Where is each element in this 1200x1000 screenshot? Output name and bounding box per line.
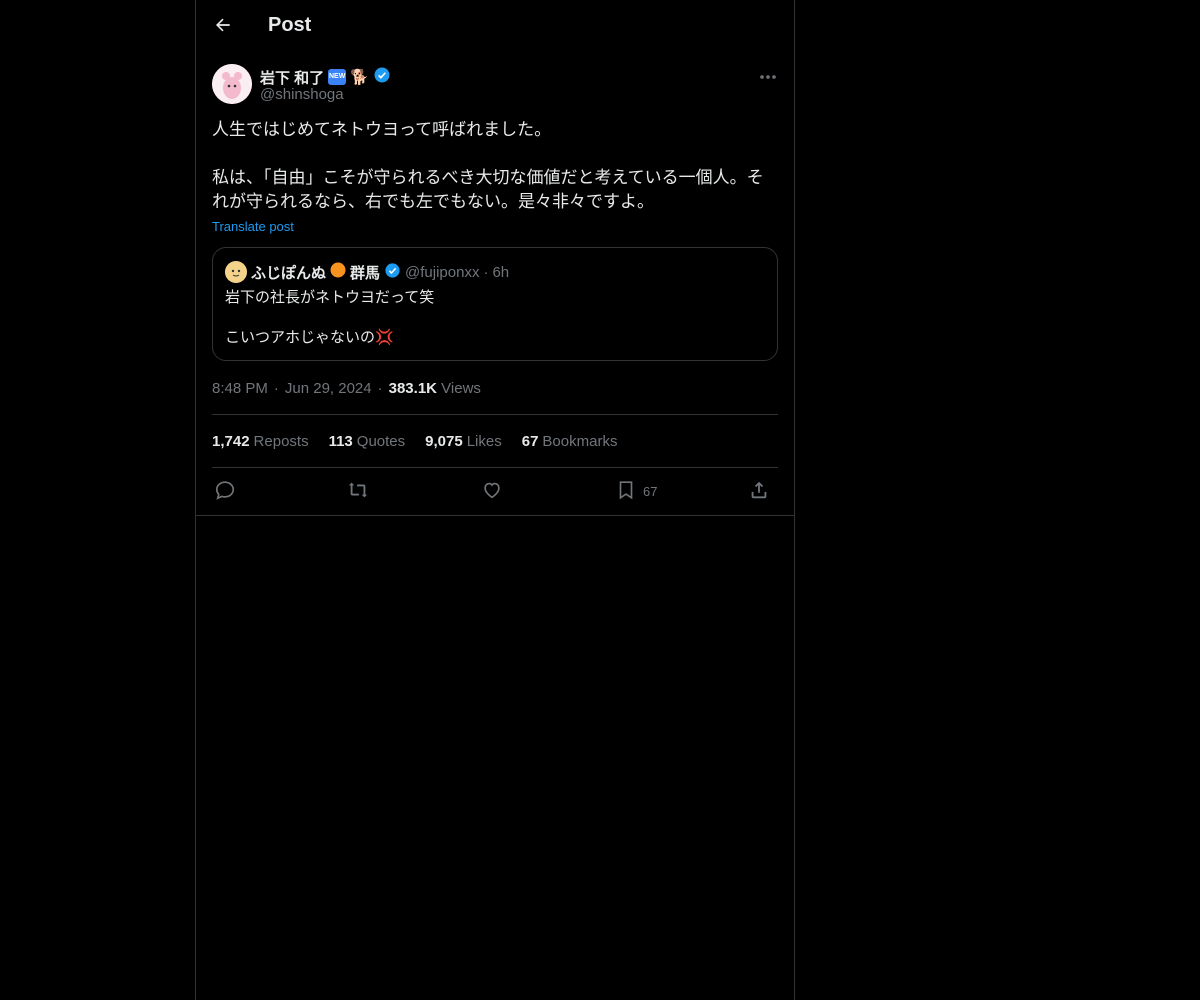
stat-label: Likes: [466, 433, 502, 450]
divider: [212, 467, 778, 468]
bookmark-button[interactable]: 67: [615, 478, 657, 504]
author-name-row: 岩下 和了 NEW 🐕: [260, 66, 391, 88]
views-count: 383.1K: [388, 380, 437, 397]
avatar[interactable]: [212, 64, 252, 104]
stat-count: 67: [521, 433, 539, 450]
engagement-stats: 1,742 Reposts 113 Quotes 9,075 Likes 67 Book…: [212, 433, 617, 450]
author-handle[interactable]: @shinshoga: [260, 86, 344, 103]
stat-label: Bookmarks: [542, 433, 618, 450]
bookmarks-stat[interactable]: 67 Bookmarks: [522, 433, 618, 450]
quoted-post[interactable]: ふじぽんぬ 群馬 @fujiponxx · 6h 岩下の社長がネトウヨだって笑 …: [212, 247, 778, 361]
heart-icon: [481, 479, 503, 504]
meta-separator: ·: [273, 380, 279, 397]
share-button[interactable]: [748, 478, 770, 504]
quoted-verified-badge-icon: [384, 262, 401, 283]
quoted-author-name-suffix: 群馬: [350, 264, 381, 282]
quoted-time: 6h: [492, 263, 510, 281]
bookmark-count: 67: [643, 483, 658, 499]
new-badge-icon: NEW: [328, 69, 347, 85]
quoted-post-text: 岩下の社長がネトウヨだって笑 こいつアホじゃないの💢: [225, 289, 435, 346]
quoted-author-handle: @fujiponxx: [405, 263, 480, 281]
quoted-post-header: ふじぽんぬ 群馬 @fujiponxx · 6h: [225, 261, 509, 283]
post-text: 人生ではじめてネトウヨって呼ばれました。 私は、「自由」こそが守られるべき大切な…: [212, 120, 764, 211]
reply-icon: [214, 479, 236, 504]
stat-label: Quotes: [356, 433, 406, 450]
views-label: Views: [441, 380, 481, 397]
likes-stat[interactable]: 9,075 Likes: [425, 433, 502, 450]
verified-badge-icon: [373, 66, 391, 88]
more-options-button[interactable]: [752, 64, 784, 88]
quoted-separator: ·: [483, 263, 489, 281]
reposts-stat[interactable]: 1,742 Reposts: [212, 433, 309, 450]
action-bar: 67: [212, 478, 778, 504]
stat-label: Reposts: [253, 433, 309, 450]
reply-button[interactable]: [214, 478, 236, 504]
top-bar: Post: [196, 0, 794, 53]
more-icon: [759, 67, 777, 85]
arrow-left-icon: [213, 15, 233, 40]
quoted-author-name: ふじぽんぬ: [251, 264, 327, 282]
views-stat: 383.1K Views: [389, 380, 481, 397]
stat-count: 9,075: [425, 433, 463, 450]
share-icon: [748, 479, 770, 504]
post-meta: 8:48 PM · Jun 29, 2024 · 383.1K Views: [212, 380, 481, 397]
post-column: Post 岩下 和了 NEW 🐕 @shinshoga 人生ではじめてネトウヨっ…: [195, 0, 795, 1000]
bookmark-icon: [615, 479, 637, 504]
author-name[interactable]: 岩下 和了: [260, 67, 324, 88]
repost-button[interactable]: [347, 478, 369, 504]
divider: [212, 414, 778, 415]
translate-post-link[interactable]: Translate post: [212, 219, 294, 234]
quotes-stat[interactable]: 113 Quotes: [329, 433, 406, 450]
dog-emoji-icon: 🐕: [350, 69, 369, 86]
orange-circle-icon: [330, 262, 346, 282]
divider: [196, 515, 794, 516]
stat-count: 1,742: [212, 433, 250, 450]
stat-count: 113: [328, 433, 353, 450]
page-title: Post: [268, 14, 312, 36]
repost-icon: [347, 479, 369, 504]
like-button[interactable]: [481, 478, 503, 504]
meta-separator: ·: [377, 380, 383, 397]
post-time[interactable]: 8:48 PM: [212, 380, 268, 397]
quoted-avatar: [225, 261, 247, 283]
post-date[interactable]: Jun 29, 2024: [285, 380, 372, 397]
back-button[interactable]: [208, 12, 238, 42]
